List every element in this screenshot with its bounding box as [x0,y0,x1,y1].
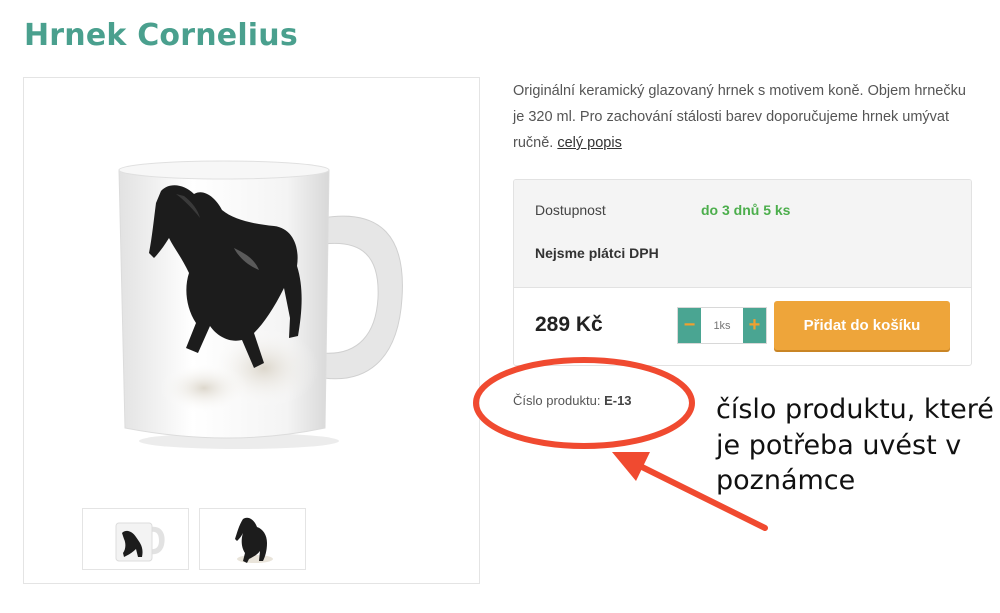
annotation-ellipse [473,357,695,449]
annotation-text: číslo produktu, které je potřeba uvést v… [716,394,994,496]
annotation-overlay [473,357,768,531]
